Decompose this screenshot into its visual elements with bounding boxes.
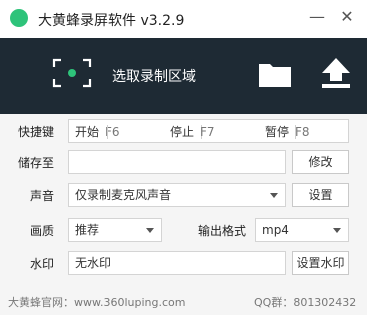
qq-group-text: QQ群：801302432	[254, 296, 357, 309]
format-select[interactable]: mp4	[255, 218, 349, 242]
chevron-down-icon	[333, 228, 341, 233]
toolbar: 选取录制区域	[0, 38, 367, 114]
hotkeys-label: 快捷键	[17, 125, 54, 139]
start-hotkey[interactable]: 开始 F6	[75, 120, 120, 142]
quality-select[interactable]: 推荐	[68, 218, 162, 242]
save-path-input[interactable]	[68, 150, 286, 174]
select-area-icon[interactable]	[52, 58, 92, 88]
export-icon[interactable]	[318, 56, 354, 90]
app-window: 大黄蜂录屏软件 v3.2.9 — ✕ 选取录制区域 快捷键 开始 F6 停止 F7 …	[0, 0, 367, 315]
format-label: 输出格式	[197, 224, 246, 238]
save-label: 储存至	[17, 156, 54, 170]
audio-select[interactable]: 仅录制麦克风声音	[68, 183, 286, 207]
stop-hotkey[interactable]: 停止 F7	[170, 120, 215, 142]
audio-row: 声音 仅录制麦克风声音 设置	[0, 183, 367, 209]
hotkeys-field: 开始 F6 停止 F7 暂停 F8	[68, 119, 349, 143]
chevron-down-icon	[146, 228, 154, 233]
audio-selected: 仅录制麦克风声音	[75, 188, 172, 202]
window-title: 大黄蜂录屏软件 v3.2.9	[38, 13, 185, 29]
watermark-field: 无水印	[68, 251, 286, 275]
change-path-button[interactable]: 修改	[292, 150, 349, 174]
audio-settings-button[interactable]: 设置	[292, 183, 349, 207]
quality-label: 画质	[29, 224, 54, 238]
hotkeys-row: 快捷键 开始 F6 停止 F7 暂停 F8	[0, 119, 367, 145]
title-bar: 大黄蜂录屏软件 v3.2.9 — ✕	[0, 0, 367, 38]
quality-selected: 推荐	[75, 223, 100, 237]
format-selected: mp4	[262, 223, 289, 237]
close-button[interactable]: ✕	[336, 6, 358, 28]
audio-label: 声音	[29, 189, 54, 203]
chevron-down-icon	[270, 193, 278, 198]
divider	[107, 125, 108, 139]
website-link[interactable]: 大黄蜂官网：www.360luping.com	[8, 294, 185, 310]
start-hotkey-label: 开始	[75, 125, 100, 139]
stop-hotkey-key: F7	[200, 125, 215, 139]
pause-hotkey-key: F8	[295, 125, 310, 139]
quality-row: 画质 推荐 输出格式 mp4	[0, 218, 367, 244]
watermark-settings-button[interactable]: 设置水印	[292, 251, 349, 275]
app-logo-icon	[10, 9, 28, 27]
pause-hotkey-label: 暂停	[265, 125, 290, 139]
watermark-row: 水印 无水印 设置水印	[0, 251, 367, 277]
select-area-label[interactable]: 选取录制区域	[112, 66, 196, 86]
save-row: 储存至 修改	[0, 150, 367, 176]
pause-hotkey[interactable]: 暂停 F8	[265, 120, 310, 142]
minimize-button[interactable]: —	[306, 6, 328, 28]
watermark-label: 水印	[29, 257, 54, 271]
folder-icon[interactable]	[258, 60, 292, 88]
stop-hotkey-label: 停止	[170, 125, 195, 139]
